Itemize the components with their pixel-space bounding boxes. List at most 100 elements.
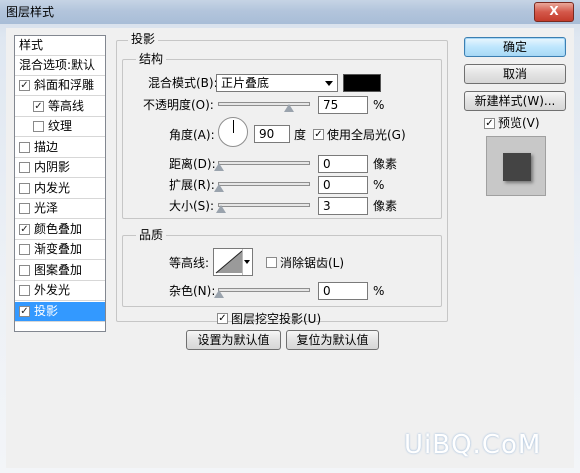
style-list-item[interactable]: 内发光 bbox=[15, 179, 105, 199]
style-list-item-label: 斜面和浮雕 bbox=[34, 78, 95, 92]
blend-mode-select[interactable]: 正片叠底 bbox=[216, 74, 338, 92]
style-list-item-label: 描边 bbox=[34, 139, 59, 154]
style-list-item-label: 图案叠加 bbox=[34, 262, 83, 277]
check-icon: ✓ bbox=[314, 129, 323, 140]
style-list-item[interactable]: 外发光 bbox=[15, 281, 105, 301]
style-checkbox[interactable] bbox=[19, 141, 30, 153]
close-button[interactable]: X bbox=[534, 2, 574, 22]
noise-slider-thumb[interactable] bbox=[214, 290, 224, 298]
style-list-item[interactable]: 图案叠加 bbox=[15, 261, 105, 281]
size-unit: 像素 bbox=[373, 199, 398, 213]
angle-label: 角度(A): bbox=[169, 128, 215, 142]
dialog-body: 样式 混合选项:默认 ✓ 斜面和浮雕 ✓ 等高线纹理描边内阴影内发光光泽 ✓ 颜色叠加渐变… bbox=[6, 28, 574, 468]
size-label: 大小(S): bbox=[169, 199, 215, 213]
watermark-text: UiBQ.CoM bbox=[404, 430, 542, 460]
angle-input[interactable]: 90 bbox=[254, 125, 290, 143]
distance-slider-thumb[interactable] bbox=[214, 163, 224, 171]
structure-title: 结构 bbox=[136, 52, 167, 66]
angle-dial[interactable] bbox=[218, 117, 248, 147]
size-input[interactable]: 3 bbox=[318, 197, 368, 215]
noise-label: 杂色(N): bbox=[169, 284, 216, 298]
knockout-label: 图层挖空投影(U) bbox=[231, 312, 322, 326]
angle-unit: 度 bbox=[294, 128, 307, 142]
style-checkbox[interactable] bbox=[33, 121, 44, 132]
window-title: 图层样式 bbox=[6, 5, 55, 19]
check-icon: ✓ bbox=[218, 313, 227, 324]
style-list-item[interactable]: 内阴影 bbox=[15, 158, 105, 178]
make-default-button[interactable]: 设置为默认值 bbox=[186, 330, 281, 350]
distance-unit: 像素 bbox=[373, 157, 398, 171]
style-checkbox[interactable] bbox=[19, 264, 30, 276]
style-list-item[interactable]: 光泽 bbox=[15, 199, 105, 219]
style-checkbox[interactable] bbox=[19, 182, 30, 194]
style-preview-thumbnail bbox=[486, 136, 546, 196]
style-checkbox[interactable] bbox=[19, 244, 30, 255]
opacity-slider[interactable] bbox=[218, 102, 310, 106]
style-list-header[interactable]: 样式 bbox=[15, 36, 105, 56]
style-checkbox[interactable]: ✓ bbox=[19, 223, 30, 235]
title-bar[interactable]: 图层样式 X bbox=[0, 0, 580, 24]
distance-label: 距离(D): bbox=[169, 157, 216, 171]
reset-default-button[interactable]: 复位为默认值 bbox=[286, 330, 379, 350]
style-list-item[interactable]: ✓ 颜色叠加 bbox=[15, 220, 105, 240]
shadow-color-swatch[interactable] bbox=[343, 74, 381, 92]
preview-square bbox=[503, 153, 531, 181]
ok-button[interactable]: 确定 bbox=[464, 37, 566, 57]
antialias-checkbox[interactable] bbox=[266, 257, 277, 268]
chevron-down-icon bbox=[244, 260, 250, 264]
style-list-item[interactable]: ✓ 投影 bbox=[15, 301, 105, 322]
size-slider-thumb[interactable] bbox=[216, 205, 226, 213]
blend-mode-label: 混合模式(B): bbox=[148, 76, 218, 90]
spread-input[interactable]: 0 bbox=[318, 176, 368, 194]
contour-picker[interactable] bbox=[213, 248, 253, 276]
opacity-slider-thumb[interactable] bbox=[284, 104, 294, 112]
size-slider[interactable] bbox=[218, 203, 310, 207]
preview-checkbox[interactable]: ✓ bbox=[484, 118, 495, 129]
style-list-item-label: 等高线 bbox=[48, 98, 85, 113]
check-icon: ✓ bbox=[485, 118, 494, 129]
cancel-button[interactable]: 取消 bbox=[464, 64, 566, 84]
style-checkbox[interactable]: ✓ bbox=[19, 305, 30, 317]
global-light-checkbox[interactable]: ✓ bbox=[313, 129, 324, 140]
opacity-input[interactable]: 75 bbox=[318, 96, 368, 114]
style-list-blend-options[interactable]: 混合选项:默认 bbox=[15, 56, 105, 76]
contour-preview-icon bbox=[215, 250, 243, 274]
style-list-item[interactable]: 描边 bbox=[15, 138, 105, 158]
noise-slider[interactable] bbox=[218, 288, 310, 292]
distance-input[interactable]: 0 bbox=[318, 155, 368, 173]
antialias-label: 消除锯齿(L) bbox=[280, 256, 345, 270]
style-list-item[interactable]: ✓ 等高线 bbox=[15, 97, 105, 117]
preview-label: 预览(V) bbox=[498, 116, 540, 130]
style-list-item-label: 外发光 bbox=[34, 283, 71, 297]
new-style-button[interactable]: 新建样式(W)... bbox=[464, 91, 566, 111]
style-checkbox[interactable]: ✓ bbox=[33, 100, 44, 112]
style-list-item-label: 颜色叠加 bbox=[34, 221, 83, 236]
style-list-item[interactable]: 渐变叠加 bbox=[15, 240, 105, 260]
style-list-item[interactable]: ✓ 斜面和浮雕 bbox=[15, 76, 105, 96]
spread-slider-thumb[interactable] bbox=[214, 184, 224, 192]
style-checkbox[interactable] bbox=[19, 203, 30, 214]
knockout-checkbox[interactable]: ✓ bbox=[217, 313, 228, 324]
drop-shadow-title: 投影 bbox=[128, 32, 159, 46]
quality-title: 品质 bbox=[136, 228, 167, 242]
opacity-label: 不透明度(O): bbox=[143, 98, 214, 112]
style-checkbox[interactable] bbox=[19, 162, 30, 173]
style-list-item[interactable]: 纹理 bbox=[15, 117, 105, 137]
opacity-unit: % bbox=[373, 98, 385, 112]
style-list-item-label: 内发光 bbox=[34, 180, 71, 195]
style-list: 样式 混合选项:默认 ✓ 斜面和浮雕 ✓ 等高线纹理描边内阴影内发光光泽 ✓ 颜色叠加渐变… bbox=[14, 35, 106, 332]
style-list-item-label: 光泽 bbox=[34, 201, 59, 215]
chevron-down-icon bbox=[325, 81, 333, 86]
style-list-item-label: 投影 bbox=[34, 303, 59, 318]
spread-unit: % bbox=[373, 178, 385, 192]
distance-slider[interactable] bbox=[218, 161, 310, 165]
global-light-label: 使用全局光(G) bbox=[327, 128, 406, 142]
noise-input[interactable]: 0 bbox=[318, 282, 368, 300]
style-checkbox[interactable] bbox=[19, 285, 30, 296]
style-checkbox[interactable]: ✓ bbox=[19, 80, 30, 91]
style-list-item-label: 纹理 bbox=[48, 119, 73, 133]
contour-label: 等高线: bbox=[169, 256, 210, 270]
contour-dropdown[interactable] bbox=[242, 249, 252, 275]
noise-unit: % bbox=[373, 284, 385, 298]
spread-slider[interactable] bbox=[218, 182, 310, 186]
